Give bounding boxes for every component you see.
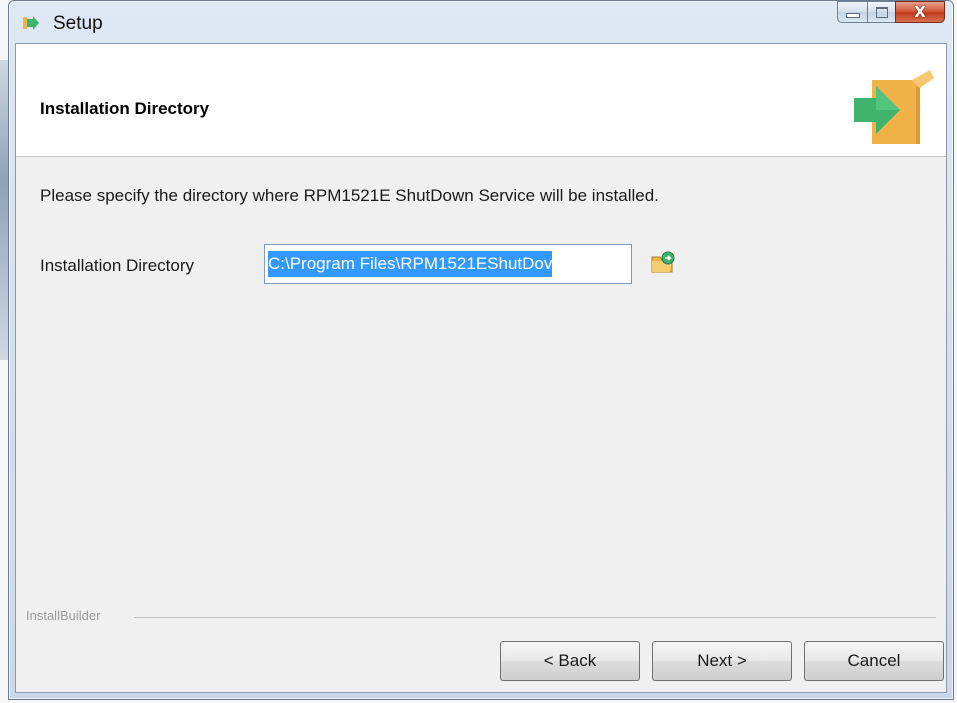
setup-arrow-icon [23,16,39,30]
installation-directory-value: C:\Program Files\RPM1521EShutDov [268,251,553,277]
setup-window: Setup X Installation Directory Please sp… [8,0,954,700]
window-controls: X [837,1,945,23]
page-title: Installation Directory [40,99,210,118]
dialog-body: Installation Directory Please specify th… [15,43,947,693]
maximize-button[interactable] [867,1,895,23]
installbuilder-brand: InstallBuilder [26,608,107,623]
minimize-button[interactable] [837,1,867,23]
instruction-text: Please specify the directory where RPM15… [40,186,659,205]
package-arrow-icon [854,70,934,144]
maximize-icon [875,6,888,18]
cancel-button[interactable]: Cancel [804,641,944,681]
background-window-edge [0,60,8,360]
window-title: Setup [53,13,103,34]
installation-directory-label: Installation Directory [40,256,195,275]
back-button[interactable]: < Back [500,641,640,681]
browse-folder-icon[interactable] [650,250,676,274]
brand-separator: InstallBuilder [16,604,946,628]
installation-directory-input[interactable]: C:\Program Files\RPM1521EShutDov [264,244,632,284]
next-button[interactable]: Next > [652,641,792,681]
minimize-icon [845,12,860,18]
close-button[interactable]: X [895,1,945,23]
close-icon: X [914,3,926,21]
title-bar[interactable]: Setup X [9,1,953,43]
page-header: Installation Directory [16,44,946,157]
separator-line [134,617,936,618]
